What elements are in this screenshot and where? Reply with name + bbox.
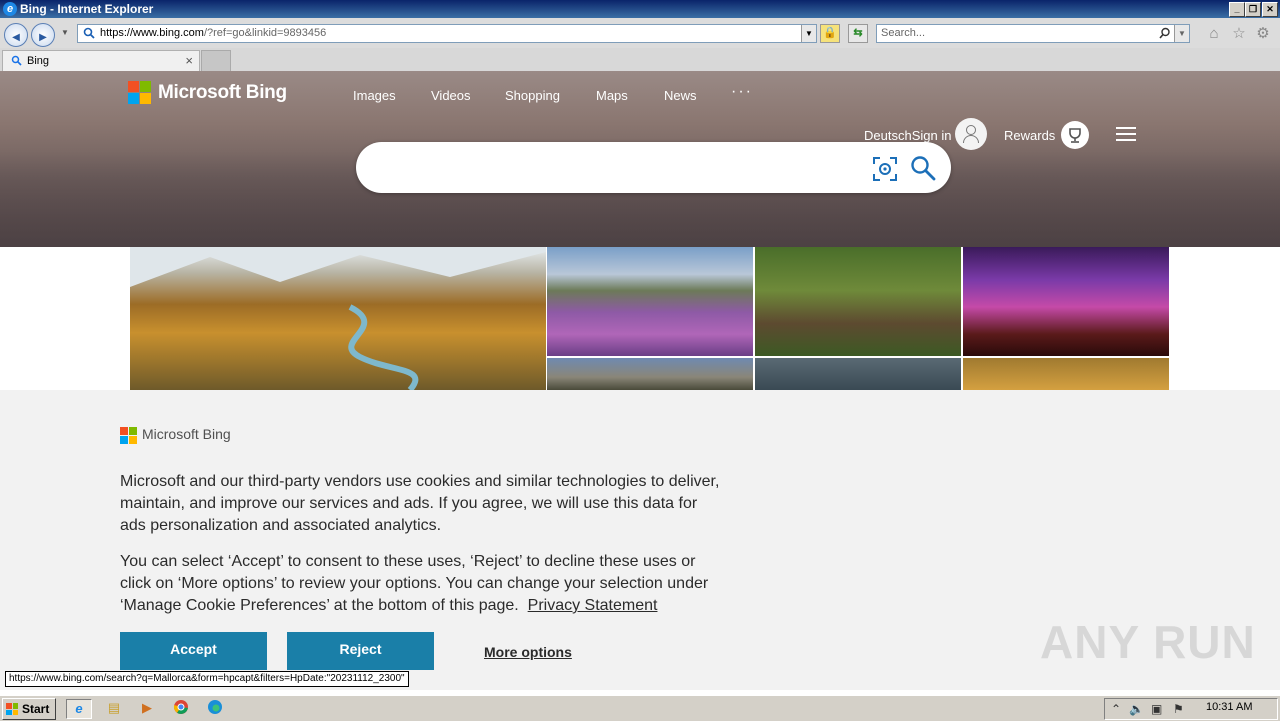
address-path: /?ref=go&linkid=9893456	[203, 27, 327, 39]
river-illustration	[130, 247, 546, 390]
forward-button[interactable]: ▶	[31, 23, 55, 47]
volume-icon[interactable]: 🔈	[1129, 702, 1144, 716]
logo-square-yellow	[129, 436, 137, 444]
address-dropdown-icon[interactable]: ▼	[801, 25, 816, 42]
action-center-flag-icon[interactable]: ⚑	[1173, 702, 1184, 716]
trophy-icon	[1069, 128, 1081, 143]
gear-icon[interactable]: ⚙	[1254, 25, 1272, 43]
logo-square-yellow	[140, 93, 151, 104]
nav-images[interactable]: Images	[353, 88, 396, 103]
sign-in-link[interactable]: Sign in	[912, 128, 952, 143]
bing-logo[interactable]: Microsoft Bing	[128, 81, 288, 107]
search-placeholder: Search...	[881, 27, 926, 39]
bing-hero: Microsoft Bing Images Videos Shopping Ma…	[0, 71, 1280, 247]
refresh-icon[interactable]: ⇆	[848, 24, 868, 43]
search-icon	[83, 27, 95, 39]
more-options-link[interactable]: More options	[484, 644, 572, 660]
gallery-image-lupins[interactable]	[547, 247, 753, 356]
taskbar-media-player-icon[interactable]: ▶	[137, 699, 157, 717]
new-tab-button[interactable]	[201, 50, 231, 72]
gallery-image-temple[interactable]	[963, 247, 1169, 356]
menu-icon[interactable]	[1116, 127, 1136, 141]
rewards-trophy-icon[interactable]	[1061, 121, 1089, 149]
close-tab-icon[interactable]: ×	[185, 53, 193, 68]
search-icon	[11, 55, 22, 66]
favorites-star-icon[interactable]: ☆	[1230, 25, 1248, 43]
logo-square-red	[128, 81, 139, 92]
gallery-image-lake[interactable]	[755, 358, 961, 390]
search-icon[interactable]	[1159, 27, 1171, 39]
nav-maps[interactable]: Maps	[596, 88, 628, 103]
taskbar-chrome-icon[interactable]	[171, 699, 191, 717]
clock: 10:31 AM	[1206, 701, 1253, 713]
user-icon-body	[963, 135, 979, 143]
browser-search-input[interactable]: Search... ▼	[876, 24, 1190, 43]
lock-icon[interactable]: 🔒	[820, 24, 840, 43]
taskbar-folder-icon[interactable]: ▤	[104, 699, 124, 717]
internet-explorer-icon: e	[3, 2, 17, 16]
address-bar[interactable]: https://www.bing.com/?ref=go&linkid=9893…	[77, 24, 817, 43]
taskbar-edge-icon[interactable]	[205, 699, 225, 717]
nav-news[interactable]: News	[664, 88, 697, 103]
back-arrow-icon: ◀	[12, 32, 20, 43]
accept-button[interactable]: Accept	[120, 632, 267, 670]
start-button[interactable]: Start	[2, 698, 56, 720]
logo-square-green	[129, 427, 137, 435]
cookie-paragraph-2: You can select ‘Accept’ to consent to th…	[120, 551, 720, 617]
taskbar: Start e ▤ ▶ ⌃ 🔈 ▣ ⚑ 10:31 AM	[0, 695, 1280, 721]
search-icon[interactable]	[910, 155, 936, 181]
language-link[interactable]: Deutsch	[864, 128, 912, 143]
home-icon[interactable]: ⌂	[1205, 25, 1223, 43]
window-title: Bing - Internet Explorer	[20, 2, 154, 16]
gallery-image-autumn[interactable]	[963, 358, 1169, 390]
logo-square-blue	[128, 93, 139, 104]
gallery-image-olive-trees[interactable]	[755, 247, 961, 356]
anyrun-watermark: ANY RUN	[1040, 616, 1256, 668]
forward-arrow-icon: ▶	[39, 32, 47, 43]
cookie-paragraph-1: Microsoft and our third-party vendors us…	[120, 473, 720, 534]
nav-videos[interactable]: Videos	[431, 88, 471, 103]
logo-square-red	[120, 427, 128, 435]
cookie-logo-text: Microsoft Bing	[142, 426, 231, 442]
minimize-button[interactable]: _	[1229, 2, 1245, 17]
network-icon[interactable]: ▣	[1151, 702, 1162, 716]
back-button[interactable]: ◀	[4, 23, 28, 47]
search-dropdown-icon[interactable]: ▼	[1174, 25, 1189, 42]
tab-bar: Bing ×	[0, 48, 1280, 72]
tab-label: Bing	[27, 55, 50, 67]
bing-search-input[interactable]	[356, 142, 951, 193]
gallery-image-valley[interactable]	[130, 247, 546, 390]
nav-shopping[interactable]: Shopping	[505, 88, 560, 103]
address-host: https://www.bing.com	[100, 27, 204, 39]
history-dropdown-icon[interactable]: ▼	[61, 28, 69, 37]
logo-square-green	[140, 81, 151, 92]
logo-text: Microsoft Bing	[158, 82, 287, 103]
visual-search-icon[interactable]	[872, 156, 897, 181]
address-url: https://www.bing.com/?ref=go&linkid=9893…	[100, 27, 326, 39]
restore-button[interactable]: ❐	[1245, 2, 1261, 17]
navigation-bar: ◀ ▶ ▼ https://www.bing.com/?ref=go&linki…	[0, 18, 1280, 48]
windows-flag-icon	[6, 703, 18, 715]
close-window-button[interactable]: ✕	[1262, 2, 1278, 17]
gallery-image-mountains[interactable]	[547, 358, 753, 390]
logo-square-blue	[120, 436, 128, 444]
tray-expand-icon[interactable]: ⌃	[1111, 702, 1121, 716]
title-bar: e Bing - Internet Explorer _ ❐ ✕	[0, 0, 1280, 18]
language-sign-in[interactable]: DeutschSign in	[864, 128, 951, 143]
tab-bing[interactable]: Bing ×	[2, 50, 200, 71]
start-label: Start	[22, 702, 50, 716]
taskbar-ie-icon[interactable]: e	[66, 699, 92, 719]
avatar[interactable]	[955, 118, 987, 150]
reject-button[interactable]: Reject	[287, 632, 434, 670]
rewards-link[interactable]: Rewards	[1004, 128, 1055, 143]
user-icon-head	[966, 125, 976, 135]
status-bar-url: https://www.bing.com/search?q=Mallorca&f…	[5, 671, 409, 687]
more-nav-button[interactable]: ···	[731, 83, 753, 101]
privacy-statement-link[interactable]: Privacy Statement	[528, 597, 658, 614]
